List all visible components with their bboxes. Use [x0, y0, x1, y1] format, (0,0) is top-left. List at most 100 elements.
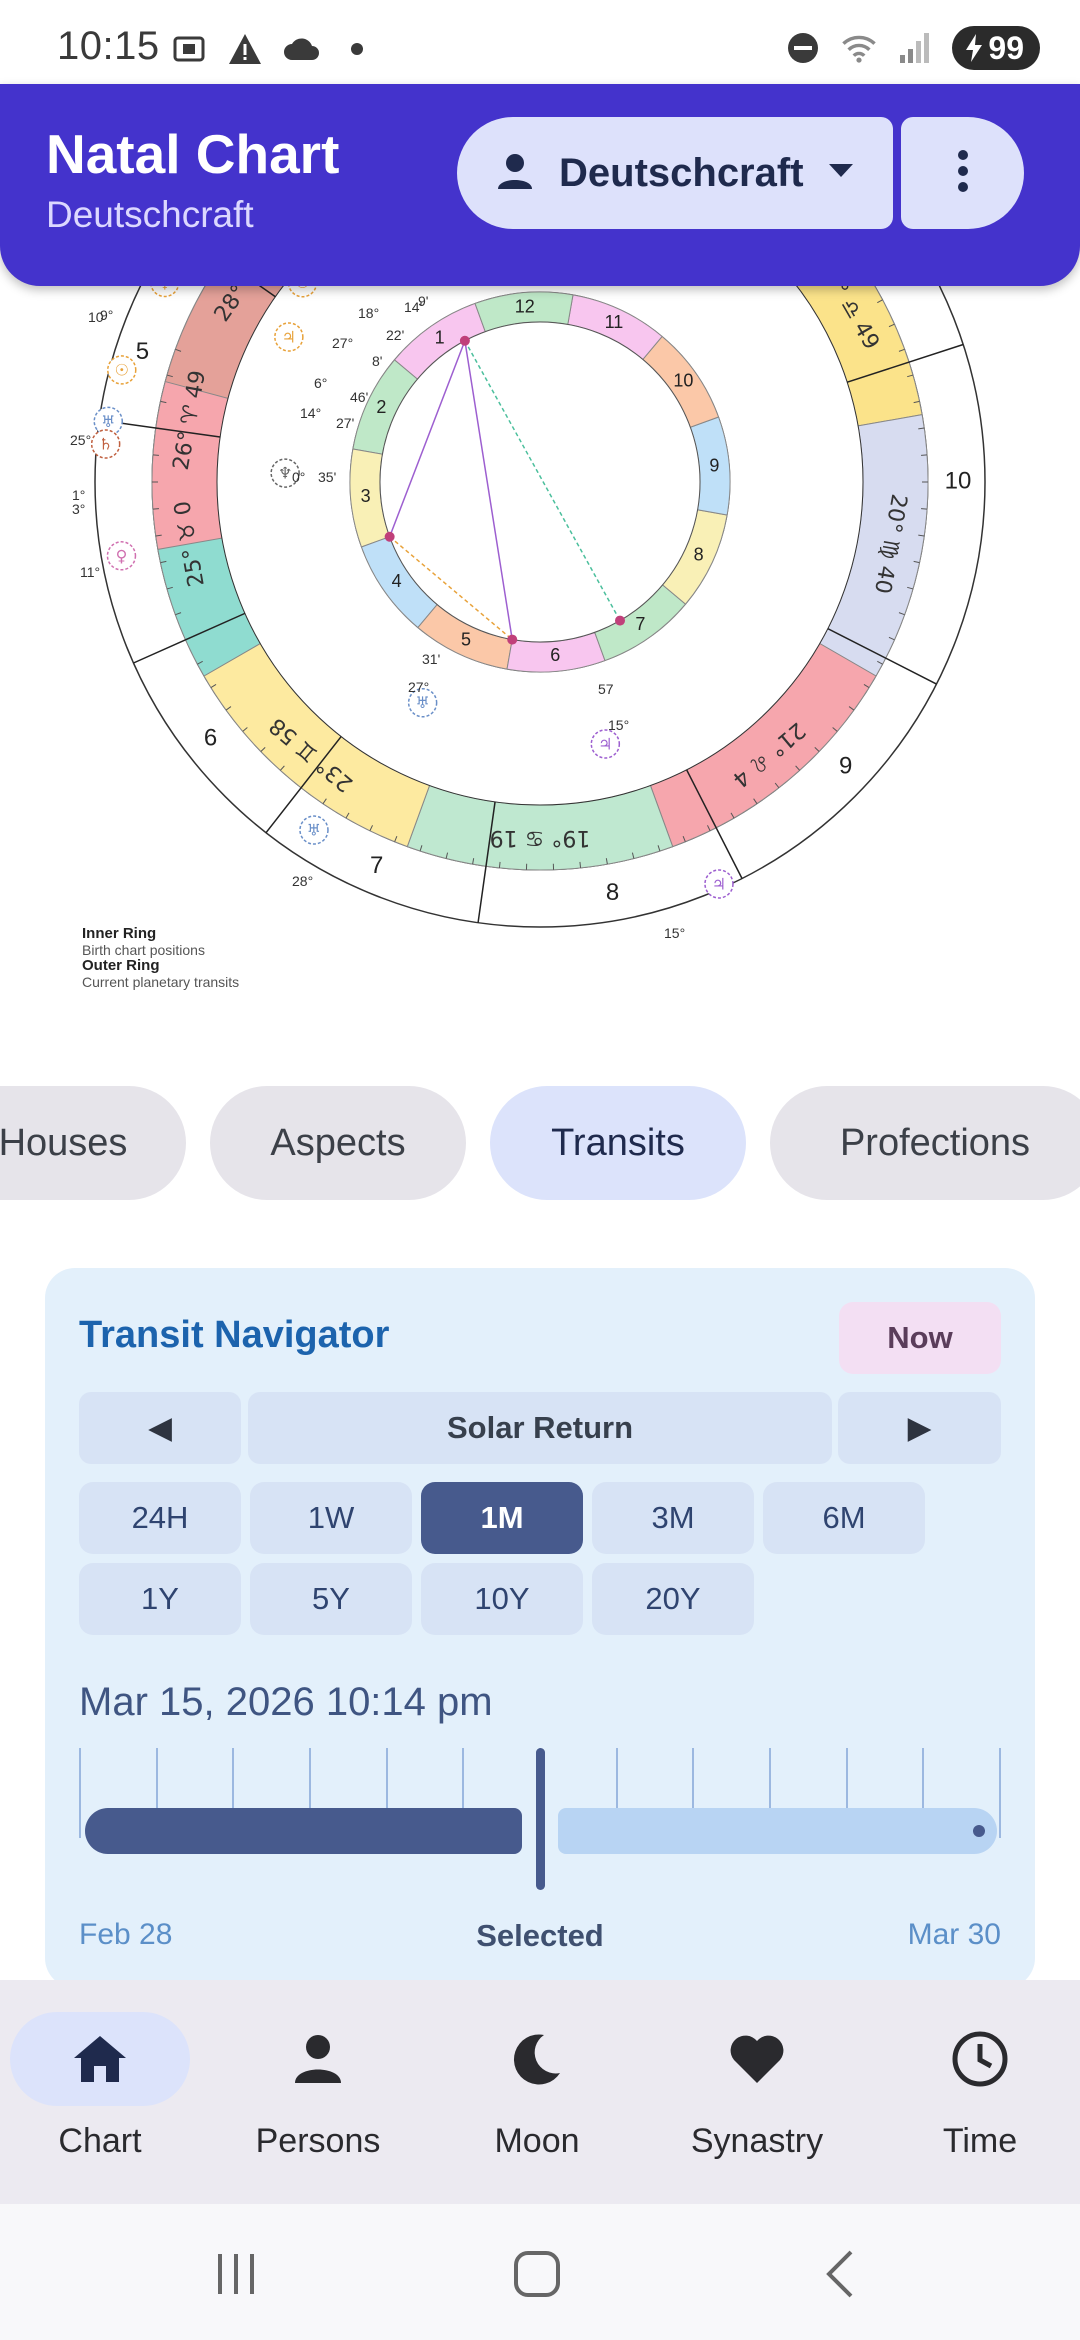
house-number: 7 — [370, 852, 383, 879]
planet-point — [507, 634, 518, 645]
planet-degree-label: 27' — [336, 415, 354, 431]
transit-navigator-title: Transit Navigator — [79, 1314, 390, 1356]
planet-point — [459, 335, 470, 346]
planet-degree-label: 18° — [358, 305, 379, 321]
heart-icon — [657, 2012, 857, 2106]
selected-date: Mar 15, 2026 10:14 pm — [79, 1680, 493, 1724]
more-options-button[interactable] — [901, 117, 1024, 229]
zodiac-tick — [579, 861, 582, 868]
chart-tabs: Houses Aspects Transits Profections — [0, 1086, 1080, 1200]
inner-house-number: 9 — [709, 455, 719, 475]
nav-persons-label: Persons — [255, 2122, 381, 2160]
nav-chart-label: Chart — [58, 2122, 142, 2160]
timeline-end-label: Mar 30 — [907, 1918, 1001, 1951]
inner-house-number: 10 — [673, 370, 693, 390]
legend-inner-title: Inner Ring — [82, 925, 157, 942]
inner-house-number: 8 — [694, 545, 704, 565]
legend-outer-title: Outer Ring — [82, 957, 160, 974]
planet-degree-label: 14° — [300, 405, 321, 421]
planet-degree-label: 35' — [318, 469, 336, 485]
planet-degree-label: 27° — [332, 335, 353, 351]
planet-glyph: ☉ — [115, 360, 129, 379]
house-number: 8 — [606, 879, 619, 906]
inner-house-number: 7 — [635, 614, 645, 634]
planet-degree-label: 57 — [598, 681, 614, 697]
next-button[interactable]: ▶ — [838, 1392, 1001, 1464]
inner-house-number: 5 — [461, 629, 471, 649]
zodiac-tick — [498, 861, 501, 868]
timeline-handle[interactable] — [536, 1748, 545, 1890]
house-number: 10 — [945, 467, 972, 494]
legend-outer-desc: Current planetary transits — [82, 974, 240, 990]
solar-return-button[interactable]: Solar Return — [248, 1392, 832, 1464]
range-3m[interactable]: 3M — [592, 1482, 754, 1554]
planet-degree-label: 6° — [314, 375, 327, 391]
home-button-icon[interactable] — [497, 2244, 577, 2304]
person-icon — [495, 151, 535, 196]
planet-degree-label: 15° — [608, 717, 629, 733]
person-selector[interactable]: Deutschcraft — [457, 117, 893, 229]
planet-degree-label: 8' — [372, 353, 382, 369]
cloud-icon — [282, 30, 320, 68]
range-10y[interactable]: 10Y — [421, 1563, 583, 1635]
transit-navigator-card: Transit Navigator Now ◀ Solar Return ▶ 2… — [45, 1268, 1035, 1988]
inner-house-ring-inner — [379, 321, 701, 643]
nav-chart[interactable]: Chart — [0, 2012, 200, 2182]
planet-degree-label: 9° — [100, 307, 113, 323]
nav-time-label: Time — [942, 2122, 1018, 2160]
recents-icon[interactable] — [196, 2244, 276, 2304]
timeline-slider[interactable] — [79, 1748, 1001, 1898]
nav-moon[interactable]: Moon — [437, 2012, 637, 2182]
signal-icon — [896, 29, 934, 67]
wifi-icon — [840, 29, 878, 67]
app-bar: Natal Chart Deutschcraft Deutschcraft — [0, 84, 1080, 286]
planet-degree-label: 3° — [72, 501, 85, 517]
planet-degree-label: 11° — [80, 564, 100, 580]
planet-degree-label: 15° — [664, 925, 685, 941]
now-button[interactable]: Now — [839, 1302, 1001, 1374]
battery-charging-icon: 99 — [952, 26, 1040, 70]
zodiac-sign-label: 19° ♋ 19 — [490, 825, 591, 850]
inner-house-number: 3 — [361, 486, 371, 506]
inner-house-number: 6 — [550, 645, 560, 665]
planet-degree-label: 0° — [292, 469, 305, 485]
range-5y[interactable]: 5Y — [250, 1563, 412, 1635]
house-number: 5 — [136, 338, 149, 365]
nav-synastry[interactable]: Synastry — [657, 2012, 857, 2182]
chart-wheel: 26° ♎ 4920° ♍ 4021° ♌ 419° ♋ 1923° ♊ 582… — [70, 170, 986, 941]
range-6m[interactable]: 6M — [763, 1482, 925, 1554]
natal-chart[interactable]: 26° ♎ 49 20° ♍ 40 21° ♌ 4 19° ♋ 19 23° ♊ 58 2… — [0, 170, 1080, 1030]
planet-degree-label: 28° — [292, 873, 313, 889]
tab-aspects[interactable]: Aspects — [210, 1086, 466, 1200]
timeline-progress — [85, 1808, 522, 1854]
status-time: 10:15 — [57, 24, 160, 68]
status-icons-left — [170, 30, 376, 68]
planet-glyph: ♀ — [116, 546, 128, 565]
range-20y[interactable]: 20Y — [592, 1563, 754, 1635]
nav-time[interactable]: Time — [880, 2012, 1080, 2182]
planet-degree-label: 46' — [350, 389, 368, 405]
inner-house-number: 11 — [605, 312, 624, 332]
range-1m[interactable]: 1M — [421, 1482, 583, 1554]
timeline-track — [558, 1808, 997, 1854]
moon-icon — [437, 2012, 637, 2106]
battery-level: 99 — [988, 29, 1024, 66]
tab-houses[interactable]: Houses — [0, 1086, 186, 1200]
nav-persons[interactable]: Persons — [218, 2012, 418, 2182]
prev-button[interactable]: ◀ — [79, 1392, 241, 1464]
range-1w[interactable]: 1W — [250, 1482, 412, 1554]
planet-point — [615, 615, 625, 626]
tab-profections[interactable]: Profections — [770, 1086, 1080, 1200]
planet-glyph: ♅ — [101, 412, 115, 431]
planet-degree-label: 9' — [418, 293, 428, 309]
tab-transits[interactable]: Transits — [490, 1086, 746, 1200]
warning-icon — [226, 30, 264, 68]
planet-glyph: ♄ — [98, 435, 112, 454]
chevron-down-icon — [828, 163, 854, 184]
system-navigation-bar — [0, 2204, 1080, 2340]
range-1y[interactable]: 1Y — [79, 1563, 241, 1635]
nav-moon-label: Moon — [494, 2122, 580, 2160]
range-24h[interactable]: 24H — [79, 1482, 241, 1554]
screenshot-icon — [170, 30, 208, 68]
back-icon[interactable] — [800, 2244, 880, 2304]
